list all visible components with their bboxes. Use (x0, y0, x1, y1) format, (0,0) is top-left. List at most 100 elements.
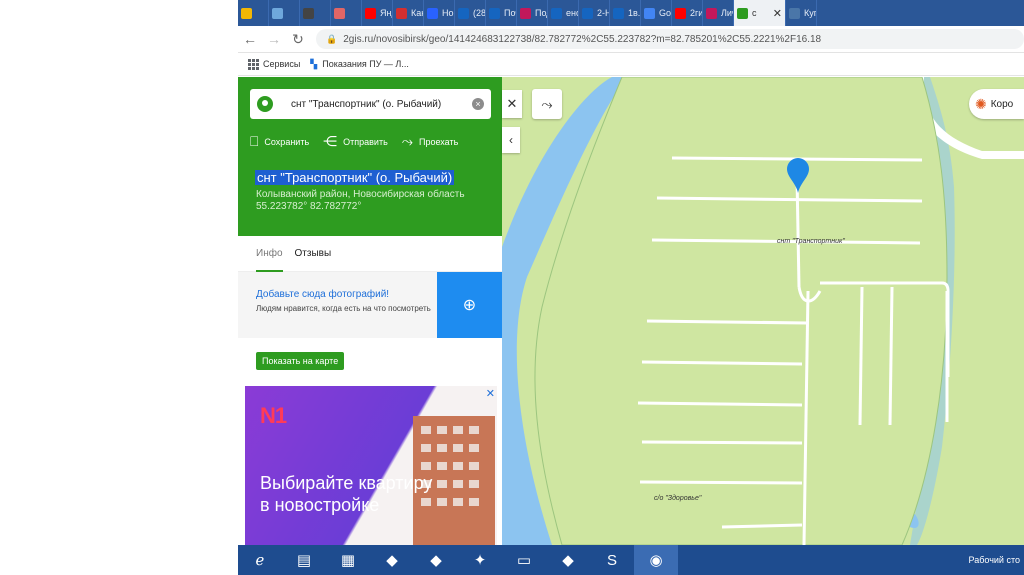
desktop-label[interactable]: Рабочий сто (969, 555, 1024, 565)
browser-tab[interactable] (269, 0, 300, 26)
directions-button[interactable]: ⤳ (532, 89, 562, 119)
close-panel-button[interactable]: ✕ (502, 90, 522, 118)
ad-banner[interactable]: N1 Выбирайте квартиру в новостройке ✕ (245, 386, 497, 545)
browser-tab[interactable]: Goo (641, 0, 672, 26)
collapse-panel-button[interactable]: ‹ (502, 127, 520, 153)
ie-icon: ℯ (255, 552, 265, 569)
show-on-map-button[interactable]: Показать на карте (256, 352, 345, 370)
browser-tab[interactable]: Поч (486, 0, 517, 26)
browser-tab[interactable]: Как (393, 0, 424, 26)
tab-label: Поч (504, 8, 516, 18)
forward-icon[interactable]: → (262, 31, 286, 47)
browser-tab[interactable]: Под (517, 0, 548, 26)
app-icon: ◆ (430, 552, 442, 569)
2gis-logo-icon (257, 96, 273, 112)
bookmark-apps[interactable]: Сервисы (248, 59, 301, 70)
taskbar-app[interactable]: ◆ (370, 545, 414, 575)
taskbar-app[interactable]: ▦ (326, 545, 370, 575)
browser-tab[interactable]: енот (548, 0, 579, 26)
app-icon: ◆ (386, 552, 398, 569)
browser-tab[interactable]: Нов (424, 0, 455, 26)
bookmark-pu[interactable]: ▚ Показания ПУ — Л... (310, 59, 409, 70)
taskbar-app[interactable]: ℯ (238, 545, 282, 575)
send-button[interactable]: ⋲ Отправить (323, 133, 388, 150)
url-field[interactable]: 🔒 2gis.ru/novosibirsk/geo/14142468312273… (316, 29, 1024, 49)
coronavirus-button[interactable]: ✺ Коро (969, 89, 1024, 119)
app-icon (334, 7, 345, 19)
map-canvas[interactable]: снт "Транспортник" с/о "Здоровье" (502, 77, 1024, 545)
mail-icon (613, 7, 624, 19)
weather-icon (241, 7, 252, 19)
tab-label: Лич (721, 8, 733, 18)
route-label: Проехать (418, 136, 459, 147)
search-value: снт "Транспортник" (о. Рыбачий) (291, 98, 442, 110)
browser-tab[interactable]: Куп (786, 0, 817, 26)
save-button[interactable]: ⎕ Сохранить (250, 133, 309, 150)
taskbar-app[interactable]: ◆ (546, 545, 590, 575)
calculator-icon: ▦ (340, 552, 356, 569)
add-photo-link[interactable]: Добавьте сюда фотографий! (256, 289, 437, 300)
bookmarks-bar: Сервисы ▚ Показания ПУ — Л... (238, 53, 1024, 76)
browser-tab[interactable]: (288 (455, 0, 486, 26)
place-panel: снт "Транспортник" (о. Рыбачий) × ⎕ Сохр… (238, 77, 502, 545)
browser-tab[interactable] (238, 0, 269, 26)
google-icon (644, 7, 655, 19)
close-tab-icon[interactable]: ✕ (773, 7, 782, 20)
share-icon: ⋲ (323, 133, 338, 149)
map-label-zdorovye: с/о "Здоровье" (654, 494, 702, 502)
browser-tab[interactable]: 2-Н (579, 0, 610, 26)
tab-label: Нов (442, 8, 454, 18)
tab-label: Куп (804, 8, 816, 18)
browser-tab[interactable] (300, 0, 331, 26)
url-text: 2gis.ru/novosibirsk/geo/141424683122738/… (343, 33, 822, 45)
chrome-icon: ◉ (649, 552, 663, 569)
route-button[interactable]: ⤳ Проехать (402, 133, 459, 150)
place-district: Колыванский район, Новосибирская область (256, 189, 465, 200)
taskbar-app[interactable]: ◉ (634, 545, 678, 575)
mail-icon (458, 7, 469, 19)
add-photo-subtitle: Людям нравится, когда есть на что посмот… (256, 304, 431, 313)
search-input[interactable]: снт "Транспортник" (о. Рыбачий) × (250, 89, 491, 119)
browser-tab[interactable]: 2гис (672, 0, 703, 26)
skype-icon: S (606, 551, 617, 569)
apps-grid-icon (248, 59, 259, 70)
weather-icon (272, 7, 283, 19)
browser-tab[interactable]: Лич (703, 0, 734, 26)
add-photo-text: Добавьте сюда фотографий! Людям нравится… (238, 272, 437, 338)
ad-text: Выбирайте квартиру в новостройке (260, 473, 433, 515)
taskbar-app[interactable]: ▭ (502, 545, 546, 575)
place-title: снт "Транспортник" (о. Рыбачий) (255, 170, 455, 185)
taskbar-app[interactable]: ✦ (458, 545, 502, 575)
tab-label: Как (411, 8, 424, 18)
reload-icon[interactable]: ↻ (286, 31, 310, 48)
add-photo-button[interactable]: ⊕ (437, 272, 502, 338)
bookmark-apps-label: Сервисы (263, 59, 301, 69)
tab-label: енот (566, 8, 578, 18)
virus-icon: ✺ (975, 95, 987, 112)
civ-icon: ✦ (473, 552, 487, 569)
tab-info[interactable]: Инфо (256, 236, 283, 272)
blank-margin (0, 0, 238, 575)
browser-tab[interactable]: Янд (362, 0, 393, 26)
app-icon: ◆ (562, 552, 574, 569)
2gis-icon (737, 7, 748, 19)
mail-icon (489, 7, 500, 19)
mail-icon (551, 7, 562, 19)
browser-tab[interactable]: с ✕ (734, 0, 786, 26)
back-icon[interactable]: ← (238, 31, 262, 47)
monitor-icon: ▭ (516, 552, 532, 569)
clear-search-icon[interactable]: × (472, 98, 484, 110)
yandex-icon (365, 7, 376, 19)
mail-icon (582, 7, 593, 19)
taskbar-app[interactable]: S (590, 545, 634, 575)
taskbar-app[interactable]: ◆ (414, 545, 458, 575)
browser-tab[interactable]: 1в.р (610, 0, 641, 26)
tab-reviews[interactable]: Отзывы (295, 248, 332, 259)
yandex-icon (675, 7, 686, 19)
taskbar-app[interactable]: ▤ (282, 545, 326, 575)
browser-tab[interactable] (331, 0, 362, 26)
tab-label: с (752, 8, 757, 18)
ad-close-icon[interactable]: ✕ (486, 387, 495, 400)
lock-icon: 🔒 (326, 33, 338, 44)
place-coords: 55.223782° 82.782772° (256, 201, 362, 212)
